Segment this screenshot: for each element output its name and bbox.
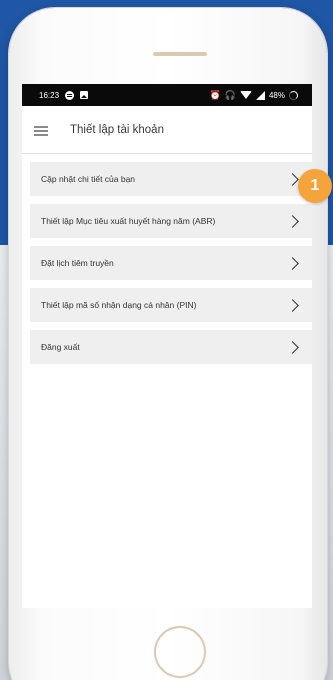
status-bar: 16:23 ⏰ 🎧 48% [22, 84, 312, 106]
list-item-pin[interactable]: Thiết lập mã số nhận dạng cá nhân (PIN) [30, 288, 312, 322]
hamburger-menu-icon[interactable] [34, 126, 48, 136]
list-item-label: Cập nhật chi tiết của bạn [41, 174, 136, 184]
page-title: Thiết lập tài khoản [70, 123, 164, 136]
list-item-label: Đặt lịch tiêm truyền [41, 258, 114, 268]
step-number-badge: 1 [298, 169, 332, 203]
alarm-icon: ⏰ [209, 89, 221, 100]
chevron-right-icon [286, 214, 299, 228]
wifi-icon [239, 91, 252, 99]
status-time: 16:23 [39, 90, 60, 100]
list-item-infusion-schedule[interactable]: Đặt lịch tiêm truyền [30, 246, 312, 280]
phone-speaker [153, 52, 207, 56]
list-item-abr-target[interactable]: Thiết lập Mục tiêu xuất huyết hàng năm (… [30, 204, 312, 238]
list-item-label: Thiết lập Mục tiêu xuất huyết hàng năm (… [41, 216, 216, 226]
spotify-icon [65, 90, 75, 100]
list-item-label: Đăng xuất [41, 342, 80, 352]
settings-list: Cập nhật chi tiết của bạn Thiết lập Mục … [30, 162, 312, 372]
headphones-icon: 🎧 [224, 89, 236, 100]
status-left: 16:23 [39, 90, 89, 100]
signal-icon [255, 90, 265, 100]
battery-icon [289, 90, 298, 100]
chevron-right-icon [286, 340, 299, 354]
list-item-logout[interactable]: Đăng xuất [30, 330, 312, 364]
chevron-right-icon [286, 172, 299, 186]
image-icon [80, 91, 89, 99]
status-right: ⏰ 🎧 48% [209, 89, 298, 100]
list-item-label: Thiết lập mã số nhận dạng cá nhân (PIN) [41, 300, 197, 310]
battery-percent: 48% [268, 90, 285, 100]
chevron-right-icon [286, 298, 299, 312]
phone-screen: 16:23 ⏰ 🎧 48% Thiết lập tài khoản Cập nh… [22, 84, 312, 608]
home-button[interactable] [154, 626, 206, 678]
list-item-update-details[interactable]: Cập nhật chi tiết của bạn [30, 162, 312, 196]
app-bar: Thiết lập tài khoản [22, 106, 312, 154]
chevron-right-icon [286, 256, 299, 270]
